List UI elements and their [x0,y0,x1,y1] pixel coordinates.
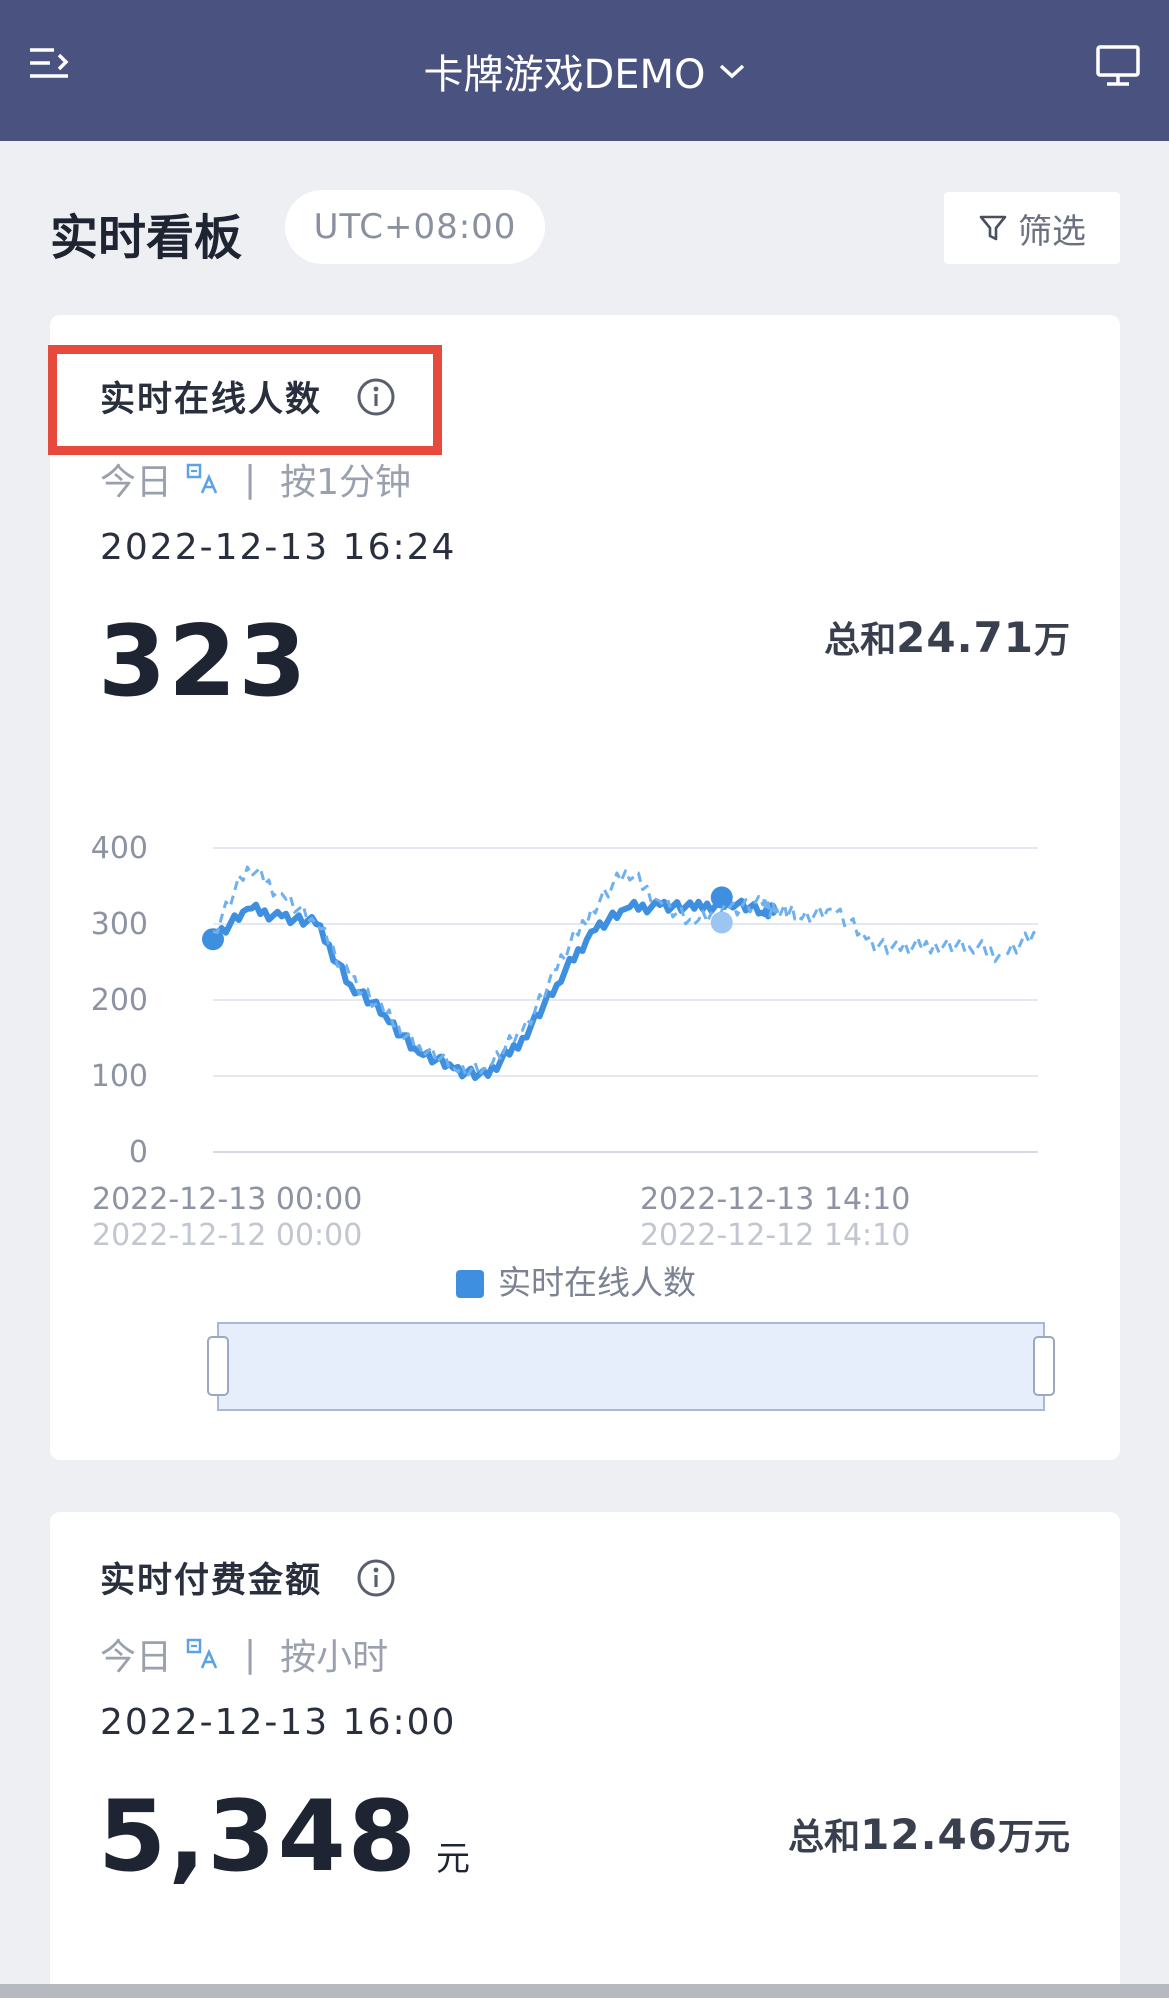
separator: | [244,1633,257,1675]
total-suffix: 万元 [997,1817,1070,1858]
payment-card: 实时付费金额 今日 | 按小时 2022-12-13 16:00 5,348 元 … [50,1512,1120,1998]
x-tick-label: 2022-12-13 00:00 [92,1182,362,1217]
current-value-unit: 元 [435,1839,472,1879]
online-users-chart: 0100200300400 2022-12-13 00:002022-12-12… [91,831,1055,1411]
online-users-card: 实时在线人数 今日 | 按1分钟 2022-12-13 16:24 323 总和… [48,315,1120,1460]
chart-series [202,865,1039,1081]
timezone-badge[interactable]: UTC+08:00 [285,190,545,264]
current-value-number: 5,348 [98,1780,418,1894]
legend-swatch [456,1270,484,1298]
zoom-slider[interactable] [207,1322,1055,1411]
chart-legend[interactable]: 实时在线人数 [456,1263,696,1302]
info-icon[interactable] [356,1558,396,1598]
y-tick-label: 200 [91,983,148,1018]
page-header: 实时看板 UTC+08:00 筛选 [50,190,1120,270]
zoom-range[interactable] [217,1322,1045,1411]
x-tick-label-compare: 2022-12-12 14:10 [640,1218,910,1253]
y-axis: 0 100 200 300 400 [91,831,148,1170]
card-title: 实时付费金额 [100,1561,323,1601]
y-tick-label: 300 [91,907,148,942]
compare-icon[interactable] [186,1637,220,1671]
menu-icon[interactable] [28,44,72,82]
legend-label: 实时在线人数 [498,1263,696,1302]
x-tick-label: 2022-12-13 14:10 [640,1182,910,1217]
granularity-label[interactable]: 按小时 [280,1628,388,1680]
total-sum: 总和12.46万元 [788,1808,1070,1860]
app-switcher[interactable]: 卡牌游戏DEMO [423,42,745,100]
y-tick-label: 0 [129,1135,148,1170]
total-prefix: 总和 [788,1817,861,1858]
current-value: 5,348 元 [98,1780,472,1894]
total-value: 12.46 [860,1810,998,1859]
chevron-down-icon [719,64,744,78]
top-bar: 卡牌游戏DEMO [0,0,1169,141]
period-label: 今日 [100,1637,173,1678]
series-line-current [211,896,778,1081]
series-point-start [202,928,224,951]
period-selector[interactable]: 今日 | 按小时 [100,1628,388,1680]
x-axis: 2022-12-13 00:002022-12-12 00:00 2022-12-… [92,1182,910,1253]
monitor-icon[interactable] [1095,44,1141,88]
series-point-compare [710,911,733,934]
series-line-compare [212,865,1039,1079]
timestamp: 2022-12-13 16:00 [100,1702,457,1743]
chart-grid [213,847,1038,1153]
page-title: 实时看板 [50,210,243,266]
filter-label: 筛选 [1018,211,1086,252]
app-title: 卡牌游戏DEMO [423,51,706,98]
bottom-bar [0,1984,1169,1998]
x-tick-label-compare: 2022-12-12 00:00 [92,1218,362,1253]
y-tick-label: 400 [91,831,148,866]
filter-button[interactable]: 筛选 [944,192,1120,264]
y-tick-label: 100 [91,1059,148,1094]
filter-icon [979,215,1007,241]
zoom-handle-right[interactable] [1033,1336,1055,1396]
zoom-handle-left[interactable] [207,1336,229,1396]
